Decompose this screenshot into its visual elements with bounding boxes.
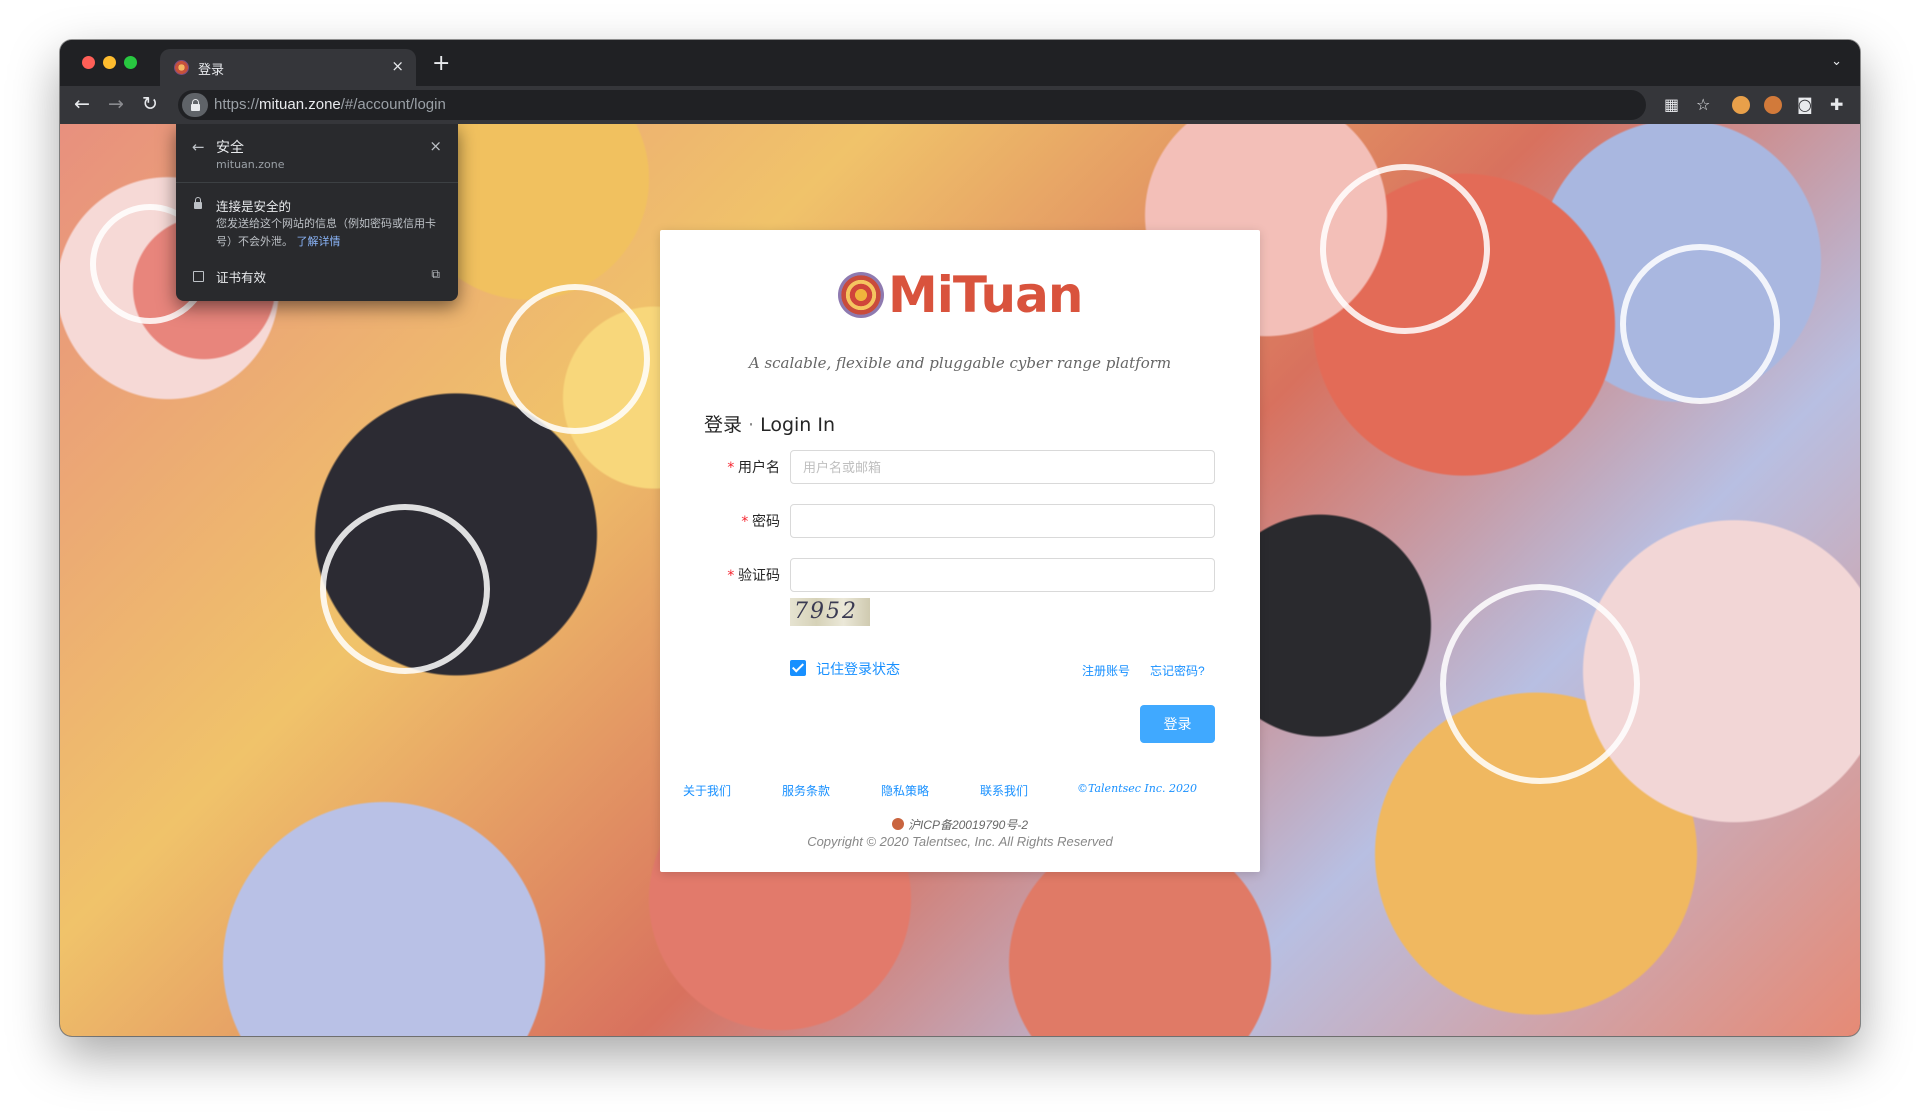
popup-title: 安全 — [216, 140, 244, 156]
site-favicon-icon — [174, 60, 189, 75]
page-viewport: ← 安全 mituan.zone × 连接是安全的 您发送给这个网站的信息（例如… — [60, 124, 1860, 1036]
tab-bar: 登录 × + ⌄ — [60, 40, 1860, 86]
close-window-button[interactable] — [82, 56, 95, 69]
footer-about-link[interactable]: 关于我们 — [683, 782, 731, 799]
popup-domain: mituan.zone — [216, 158, 285, 171]
background-cloud — [1320, 164, 1490, 334]
tab-title: 登录 — [198, 63, 225, 78]
captcha-label: * 验证码 — [726, 567, 780, 584]
lock-icon[interactable] — [182, 93, 208, 117]
tab-search-chevron-icon[interactable]: ⌄ — [1831, 54, 1842, 69]
remember-label[interactable]: 记住登录状态 — [816, 659, 900, 679]
connection-secure-text: 连接是安全的 — [216, 199, 292, 214]
logo-swirl-icon — [838, 272, 884, 318]
login-heading: 登录 · Login In — [704, 414, 836, 436]
browser-window: 登录 × + ⌄ ← → ↻ https://mituan.zone/#/acc… — [60, 40, 1860, 1036]
extension-cookie-icon[interactable] — [1732, 96, 1750, 114]
login-card: MiTuan A scalable, flexible and pluggabl… — [660, 230, 1260, 872]
footer-terms-link[interactable]: 服务条款 — [782, 782, 830, 799]
username-input[interactable] — [790, 450, 1215, 484]
password-input[interactable] — [790, 504, 1215, 538]
tab-close-icon[interactable]: × — [391, 57, 404, 75]
remember-checkbox[interactable] — [790, 660, 806, 676]
browser-toolbar: ← → ↻ https://mituan.zone/#/account/logi… — [60, 86, 1860, 124]
background-cloud — [1620, 244, 1780, 404]
extension-badge-icon[interactable] — [1764, 96, 1782, 114]
bookmark-star-icon[interactable]: ☆ — [1696, 95, 1710, 114]
copyright-text: Copyright © 2020 Talentsec, Inc. All Rig… — [807, 834, 1113, 849]
background-cloud — [320, 504, 490, 674]
maximize-window-button[interactable] — [124, 56, 137, 69]
site-security-popup: ← 安全 mituan.zone × 连接是安全的 您发送给这个网站的信息（例如… — [176, 124, 458, 301]
extensions-puzzle-icon[interactable]: ✚ — [1830, 95, 1843, 114]
popup-lock-icon — [194, 197, 202, 209]
icp-record[interactable]: 沪ICP备20019790号-2 — [660, 816, 1260, 833]
back-button[interactable]: ← — [74, 93, 90, 115]
captcha-input[interactable] — [790, 558, 1215, 592]
background-cloud — [1440, 584, 1640, 784]
username-label: * 用户名 — [726, 459, 780, 476]
forgot-password-link[interactable]: 忘记密码? — [1150, 662, 1205, 679]
browser-tab[interactable]: 登录 × — [160, 49, 416, 86]
tagline: A scalable, flexible and pluggable cyber… — [748, 354, 1172, 372]
certificate-valid-item[interactable]: 证书有效 — [216, 267, 266, 286]
popup-divider — [176, 182, 458, 183]
url-text[interactable]: https://mituan.zone/#/account/login — [214, 96, 446, 113]
background-cloud — [500, 284, 650, 434]
popup-back-icon[interactable]: ← — [192, 138, 205, 156]
footer-contact-link[interactable]: 联系我们 — [980, 782, 1028, 799]
footer-privacy-link[interactable]: 隐私策略 — [881, 782, 929, 799]
register-link[interactable]: 注册账号 — [1082, 662, 1130, 679]
forward-button[interactable]: → — [108, 93, 124, 115]
camera-icon[interactable]: ◙ — [1797, 95, 1813, 114]
login-submit-button[interactable]: 登录 — [1140, 705, 1215, 743]
police-badge-icon — [891, 818, 904, 830]
password-label: * 密码 — [740, 513, 780, 530]
popup-close-icon[interactable]: × — [429, 137, 442, 155]
reload-button[interactable]: ↻ — [142, 93, 158, 115]
captcha-image[interactable]: 7952 — [790, 598, 870, 626]
learn-more-link[interactable]: 了解详情 — [297, 235, 341, 248]
logo-text: MiTuan — [888, 266, 1083, 324]
qr-code-icon[interactable]: ▦ — [1664, 95, 1679, 114]
new-tab-button[interactable]: + — [432, 51, 450, 76]
footer-copyright-short: ©Talentsec Inc. 2020 — [1077, 782, 1197, 795]
certificate-icon — [193, 271, 204, 282]
address-bar[interactable]: https://mituan.zone/#/account/login — [178, 90, 1646, 120]
external-link-icon[interactable]: ⧉ — [431, 267, 440, 282]
connection-description: 您发送给这个网站的信息（例如密码或信用卡号）不会外泄。 了解详情 — [216, 217, 436, 248]
minimize-window-button[interactable] — [103, 56, 116, 69]
